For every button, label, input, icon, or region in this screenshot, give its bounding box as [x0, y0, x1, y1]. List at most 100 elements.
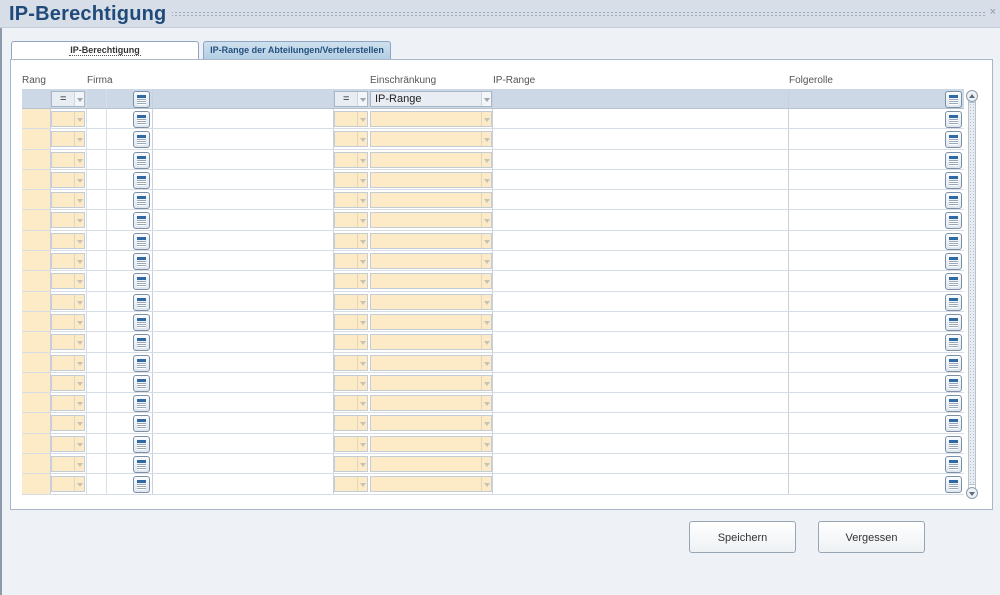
- chevron-down-icon[interactable]: [357, 294, 367, 309]
- chevron-down-icon[interactable]: [74, 152, 84, 167]
- tab-ip-berechtigung[interactable]: IP-Berechtigung: [11, 41, 199, 59]
- operator-select[interactable]: [51, 354, 85, 371]
- firma-name-cell[interactable]: [152, 230, 334, 251]
- rang-cell[interactable]: [22, 372, 51, 393]
- operator-select[interactable]: [51, 212, 85, 229]
- firma-name-cell[interactable]: [152, 372, 334, 393]
- operator-select[interactable]: [334, 313, 368, 330]
- firma-cell[interactable]: [86, 433, 107, 454]
- firma-cell[interactable]: [86, 169, 107, 190]
- einschraenkung-select[interactable]: [370, 354, 492, 371]
- rang-cell[interactable]: [22, 413, 51, 433]
- forget-button[interactable]: Vergessen: [818, 521, 925, 553]
- list-of-values-icon[interactable]: [133, 253, 150, 271]
- rang-cell[interactable]: [22, 433, 51, 454]
- einschraenkung-select[interactable]: [370, 171, 492, 188]
- einschraenkung-select[interactable]: [370, 192, 492, 209]
- ip-range-cell[interactable]: [492, 311, 789, 332]
- ip-range-cell[interactable]: [492, 251, 789, 271]
- list-of-values-icon[interactable]: [945, 374, 962, 392]
- einschraenkung-select[interactable]: [370, 212, 492, 229]
- chevron-down-icon[interactable]: [357, 233, 367, 248]
- ip-range-cell[interactable]: [492, 210, 789, 230]
- operator-select[interactable]: [334, 456, 368, 473]
- einschraenkung-select[interactable]: [370, 273, 492, 290]
- rang-cell[interactable]: [22, 311, 51, 332]
- operator-select[interactable]: [334, 476, 368, 493]
- list-of-values-icon[interactable]: [133, 232, 150, 250]
- chevron-down-icon[interactable]: [74, 375, 84, 390]
- list-of-values-icon[interactable]: [945, 456, 962, 474]
- chevron-down-icon[interactable]: [357, 477, 367, 492]
- rang-cell[interactable]: [22, 271, 51, 291]
- einschraenkung-select[interactable]: [370, 151, 492, 168]
- einschraenkung-select[interactable]: [370, 111, 492, 127]
- firma-name-cell[interactable]: [152, 169, 334, 190]
- firma-name-cell[interactable]: [152, 271, 334, 291]
- operator-select[interactable]: =: [51, 91, 85, 107]
- operator-select[interactable]: [334, 354, 368, 371]
- chevron-down-icon[interactable]: [74, 172, 84, 187]
- list-of-values-icon[interactable]: [133, 212, 150, 230]
- rang-cell[interactable]: [22, 169, 51, 190]
- chevron-down-icon[interactable]: [74, 355, 84, 370]
- chevron-down-icon[interactable]: [74, 396, 84, 411]
- ip-range-cell[interactable]: [492, 190, 789, 210]
- einschraenkung-select[interactable]: [370, 456, 492, 473]
- list-of-values-icon[interactable]: [945, 151, 962, 169]
- ip-range-cell[interactable]: [492, 393, 789, 413]
- chevron-down-icon[interactable]: [481, 457, 491, 472]
- firma-name-filter-cell[interactable]: [152, 89, 334, 108]
- operator-select[interactable]: [334, 192, 368, 209]
- operator-select[interactable]: [334, 111, 368, 127]
- einschraenkung-select[interactable]: [370, 395, 492, 412]
- chevron-down-icon[interactable]: [74, 213, 84, 228]
- operator-select[interactable]: [334, 232, 368, 249]
- einschraenkung-select[interactable]: [370, 435, 492, 452]
- firma-cell[interactable]: [86, 251, 107, 271]
- firma-name-cell[interactable]: [152, 474, 334, 494]
- chevron-down-icon[interactable]: [357, 416, 367, 431]
- list-of-values-icon[interactable]: [945, 253, 962, 271]
- firma-name-cell[interactable]: [152, 413, 334, 433]
- list-of-values-icon[interactable]: [133, 395, 150, 413]
- list-of-values-icon[interactable]: [133, 435, 150, 453]
- operator-select[interactable]: [334, 374, 368, 391]
- chevron-down-icon[interactable]: [357, 314, 367, 329]
- chevron-down-icon[interactable]: [357, 193, 367, 208]
- ip-range-cell[interactable]: [492, 109, 789, 129]
- firma-name-cell[interactable]: [152, 454, 334, 474]
- list-of-values-icon[interactable]: [945, 192, 962, 210]
- chevron-down-icon[interactable]: [74, 132, 84, 147]
- chevron-down-icon[interactable]: [357, 254, 367, 269]
- operator-select[interactable]: [51, 415, 85, 432]
- einschraenkung-select[interactable]: [370, 415, 492, 432]
- firma-cell[interactable]: [86, 332, 107, 352]
- firma-cell[interactable]: [86, 454, 107, 474]
- rang-cell[interactable]: [22, 230, 51, 251]
- firma-name-cell[interactable]: [152, 291, 334, 311]
- operator-select[interactable]: [51, 151, 85, 168]
- rang-cell[interactable]: [22, 393, 51, 413]
- operator-select[interactable]: [334, 435, 368, 452]
- chevron-down-icon[interactable]: [357, 172, 367, 187]
- list-of-values-icon[interactable]: [133, 131, 150, 149]
- list-of-values-icon[interactable]: [133, 171, 150, 189]
- operator-select[interactable]: [51, 456, 85, 473]
- ip-range-cell[interactable]: [492, 332, 789, 352]
- chevron-down-icon[interactable]: [481, 213, 491, 228]
- operator-select[interactable]: [51, 273, 85, 290]
- firma-name-cell[interactable]: [152, 109, 334, 129]
- firma-name-cell[interactable]: [152, 149, 334, 169]
- ip-range-cell[interactable]: [492, 352, 789, 372]
- list-of-values-icon[interactable]: [133, 334, 150, 352]
- list-of-values-icon[interactable]: [133, 111, 150, 128]
- rang-cell[interactable]: [22, 129, 51, 149]
- firma-name-cell[interactable]: [152, 210, 334, 230]
- operator-select[interactable]: [51, 131, 85, 148]
- firma-name-cell[interactable]: [152, 251, 334, 271]
- einschraenkung-select[interactable]: [370, 253, 492, 270]
- operator-select[interactable]: [334, 293, 368, 310]
- operator-select[interactable]: [51, 334, 85, 351]
- rang-cell[interactable]: [22, 190, 51, 210]
